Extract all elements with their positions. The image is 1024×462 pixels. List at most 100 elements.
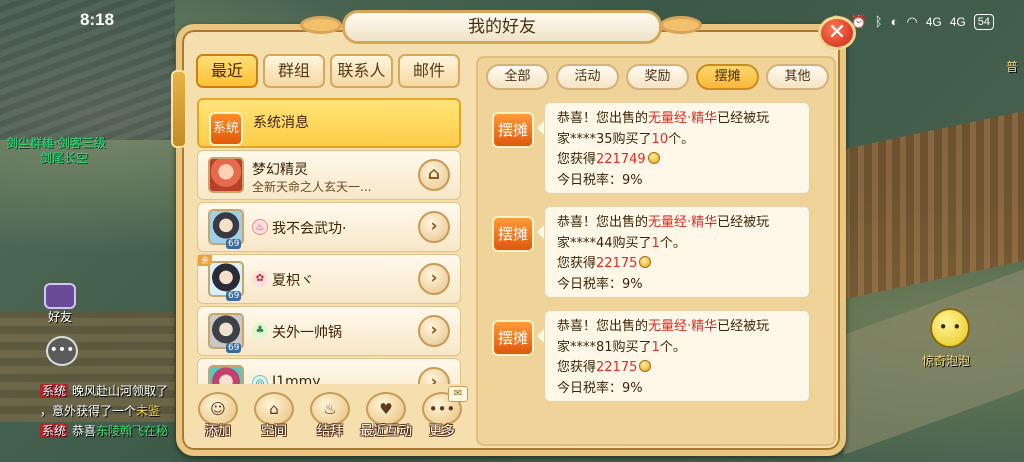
- stall-tag-icon: 摆摊: [492, 112, 534, 148]
- chat-line: 系统 恭喜东陵翰飞在秘: [40, 424, 169, 438]
- list-item[interactable]: ◎ J1mmy ›: [197, 358, 461, 384]
- level-badge: 69: [226, 239, 242, 249]
- more-button[interactable]: ••• ✉ 更多: [416, 386, 468, 448]
- filter-reward[interactable]: 奖励: [626, 64, 689, 90]
- tab-mail[interactable]: 邮件: [398, 54, 460, 88]
- quantity: 1: [651, 235, 660, 251]
- title-ornament-left: [300, 16, 342, 34]
- chevron-right-icon[interactable]: ›: [418, 315, 450, 347]
- system-tag: 系统: [40, 384, 69, 398]
- item-name: 无量经·精华: [648, 319, 718, 334]
- stall-tag-icon: 摆摊: [492, 216, 534, 252]
- message-bubble: 恭喜！您出售的无量经·精华已经被玩 家****35购买了10个。 您获得221749…: [537, 102, 810, 194]
- message-line: 恭喜！您出售的无量经·精华已经被玩: [557, 319, 770, 334]
- ribbon-badge: 亲: [198, 255, 212, 266]
- battery-icon: 54: [973, 13, 994, 30]
- list-item-spirit[interactable]: 梦幻精灵 全新天命之人玄天一... ⌂: [197, 150, 461, 200]
- contact-name: J1mmy: [272, 374, 321, 384]
- amount: 22175: [596, 256, 638, 271]
- message-bubble: 恭喜！您出售的无量经·精华已经被玩 家****81购买了1个。 您获得22175 今日…: [537, 310, 810, 402]
- space-button[interactable]: ⌂ 空间: [248, 392, 300, 448]
- signal-icon: 4G: [925, 14, 942, 29]
- avatar: [208, 365, 244, 384]
- filter-stall[interactable]: 摆摊: [696, 64, 759, 90]
- message-item: 摆摊 恭喜！您出售的无量经·精华已经被玩 家****81购买了1个。 您获得22175…: [486, 308, 832, 404]
- list-item[interactable]: 69 ♣ 关外一帅锅 ›: [197, 306, 461, 356]
- coin-icon: [639, 256, 652, 268]
- message-item: 摆摊 恭喜！您出售的无量经·精华已经被玩 家****35购买了10个。 您获得2217…: [486, 100, 832, 196]
- coin-icon: [647, 152, 660, 164]
- level-badge: 69: [226, 291, 242, 301]
- chevron-right-icon[interactable]: ›: [418, 367, 450, 384]
- list-item[interactable]: 亲 69 ✿ 夏枳ヾ ›: [197, 254, 461, 304]
- tax-rate: 今日税率：9%: [557, 380, 643, 396]
- message-bubble: 恭喜！您出售的无量经·精华已经被玩 家****44购买了1个。您获得22175 今日…: [537, 206, 810, 298]
- title-ornament-right: [660, 16, 702, 34]
- message-line: 今日税率：9%: [557, 379, 809, 400]
- chevron-right-icon[interactable]: ›: [418, 263, 450, 295]
- school-icon: ♣: [252, 323, 268, 339]
- tassel-ornament: [171, 70, 187, 148]
- tab-contacts[interactable]: 联系人: [330, 54, 393, 88]
- message-line: 家****35购买了10个。: [557, 131, 695, 147]
- chat-bubble-icon[interactable]: •••: [46, 336, 78, 366]
- system-tag: 系统: [40, 424, 69, 438]
- level-badge: 69: [226, 343, 242, 353]
- avatar: [208, 157, 244, 193]
- contact-name: 我不会武功·: [272, 221, 347, 237]
- list-item-system[interactable]: 系统 系统消息: [197, 98, 461, 148]
- dnd-icon: ◐: [890, 14, 899, 29]
- chat-log[interactable]: 系统 晚风赴山河领取了 ，意外获得了一个未鉴 系统 恭喜东陵翰飞在秘: [40, 381, 168, 441]
- dialog-title: 我的好友: [468, 17, 536, 37]
- friend-tabs: 最近 群组 联系人 邮件: [196, 54, 460, 88]
- message-list[interactable]: 摆摊 恭喜！您出售的无量经·精华已经被玩 家****35购买了10个。 您获得2217…: [486, 100, 832, 440]
- friend-shortcut-label[interactable]: 好友: [48, 308, 72, 325]
- dialog-title-plate: 我的好友: [342, 10, 662, 44]
- school-icon: ♨: [252, 219, 268, 235]
- bottom-action-bar: ☺ 添加 ⌂ 空间 ♨ 结拜 ♥ 最近互动 ••• ✉ 更多: [192, 386, 472, 448]
- tab-groups[interactable]: 群组: [263, 54, 325, 88]
- sworn-brothers-button[interactable]: ♨ 结拜: [304, 392, 356, 448]
- contact-list[interactable]: 系统 系统消息 梦幻精灵 全新天命之人玄天一... ⌂ 69 ♨ 我不会武功· …: [197, 98, 461, 384]
- signal-icon: 4G: [949, 14, 966, 29]
- message-line: 今日税率：9%: [557, 171, 809, 192]
- item-name: 无量经·精华: [648, 111, 718, 126]
- message-line: 今日税率：9%: [557, 275, 809, 296]
- friend-shortcut-icon[interactable]: [44, 283, 76, 309]
- clock: 8:18: [80, 10, 115, 29]
- amount: 221749: [596, 152, 646, 167]
- item-name: 无量经·精华: [648, 215, 718, 230]
- system-title: 系统消息: [253, 115, 309, 131]
- filter-other[interactable]: 其他: [766, 64, 829, 90]
- bluetooth-icon: ᛒ: [874, 14, 883, 29]
- filter-all[interactable]: 全部: [486, 64, 549, 90]
- mail-icon: ✉: [448, 386, 468, 402]
- school-icon: ◎: [252, 375, 268, 384]
- message-line: 家****44购买了1个。: [557, 235, 686, 251]
- house-icon[interactable]: ⌂: [418, 159, 450, 191]
- add-friend-button[interactable]: ☺ 添加: [192, 392, 244, 448]
- amount: 22175: [596, 360, 638, 375]
- top-right-label: 普: [1005, 60, 1018, 74]
- contact-name: 关外一帅锅: [272, 325, 342, 341]
- message-line: 家****81购买了1个。: [557, 339, 686, 355]
- wifi-icon: ◠: [906, 13, 918, 29]
- message-filters: 全部 活动 奖励 摆摊 其他: [486, 64, 829, 90]
- message-line: 您获得221749: [557, 150, 809, 171]
- contact-name: 夏枳ヾ: [272, 273, 314, 289]
- stall-tag-icon: 摆摊: [492, 320, 534, 356]
- player-name: 剑尾长空: [40, 151, 89, 165]
- recent-interaction-button[interactable]: ♥ 最近互动: [360, 392, 412, 448]
- list-item[interactable]: 69 ♨ 我不会武功· ›: [197, 202, 461, 252]
- tab-recent[interactable]: 最近: [196, 54, 258, 88]
- chevron-right-icon[interactable]: ›: [418, 211, 450, 243]
- close-button[interactable]: ✕: [818, 16, 856, 50]
- quantity: 1: [651, 339, 660, 355]
- surprise-emote-icon[interactable]: • •: [930, 308, 970, 348]
- quantity: 10: [651, 131, 669, 147]
- chat-line: 系统 晚风赴山河领取了: [40, 384, 169, 398]
- contact-preview: 全新天命之人玄天一...: [252, 180, 372, 194]
- message-line: 恭喜！您出售的无量经·精华已经被玩: [557, 215, 770, 230]
- message-line: 您获得22175: [557, 254, 809, 275]
- filter-activity[interactable]: 活动: [556, 64, 619, 90]
